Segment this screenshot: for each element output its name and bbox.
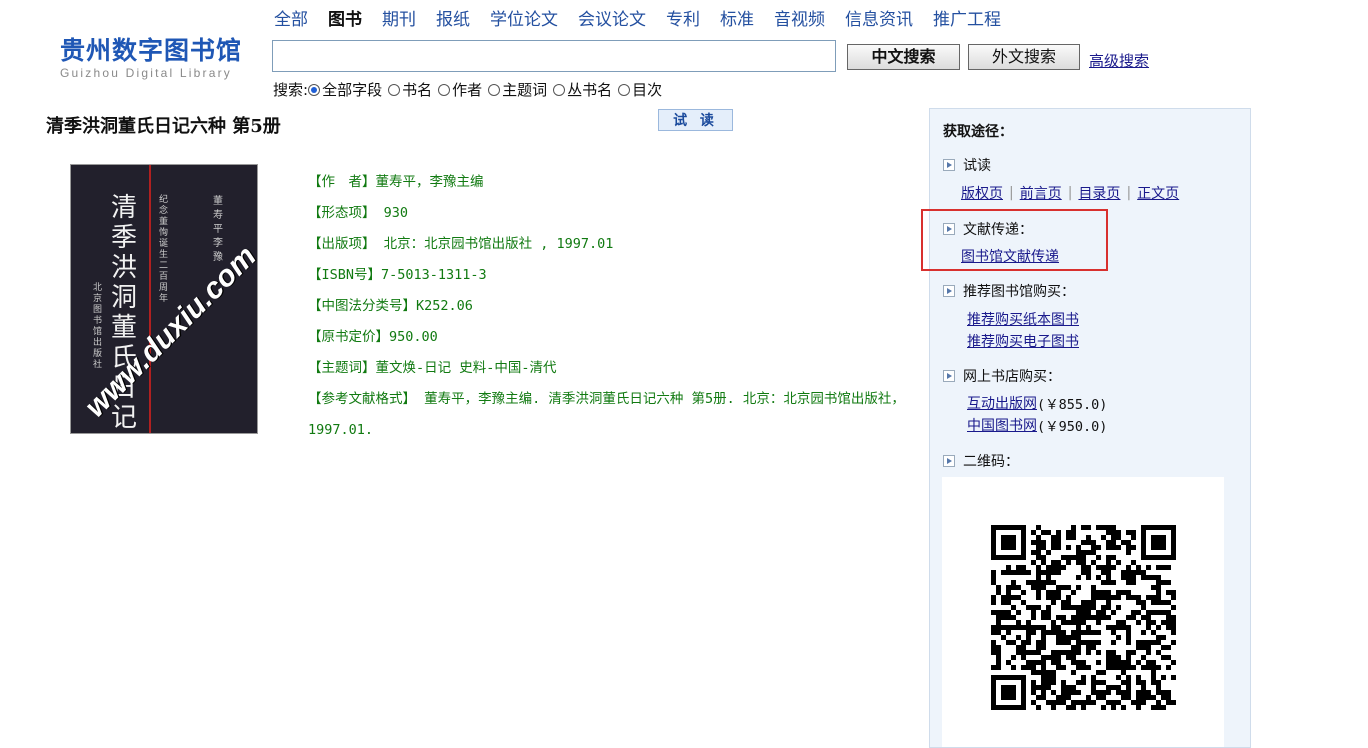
recommend-print-row: 推荐购买纸本图书 xyxy=(967,309,1079,329)
meta-author: 【作 者】董寿平，李豫主编 xyxy=(308,174,484,190)
nav-promotion[interactable]: 推广工程 xyxy=(933,8,1001,32)
meta-classification: 【中图法分类号】K252.06 xyxy=(308,298,473,314)
section-recommend: 推荐图书馆购买： xyxy=(943,281,1075,301)
nav-standards[interactable]: 标准 xyxy=(720,8,754,32)
radio-icon[interactable] xyxy=(438,83,451,96)
nav-newspapers[interactable]: 报纸 xyxy=(436,8,470,32)
section-qrcode-label: 二维码： xyxy=(963,454,1019,470)
store-link-hudong[interactable]: 互动出版网 xyxy=(967,393,1037,413)
scope-option-label: 丛书名 xyxy=(567,81,613,99)
scope-label: 搜索: xyxy=(273,81,309,99)
section-trial: 试读 xyxy=(943,155,991,175)
scope-option-author[interactable]: 作者 xyxy=(438,79,482,100)
store-price: (￥950.0) xyxy=(1037,419,1108,435)
nav-books[interactable]: 图书 xyxy=(328,8,362,32)
store-row-1: 互动出版网 (￥855.0) xyxy=(967,393,1107,413)
recommend-print-link[interactable]: 推荐购买纸本图书 xyxy=(967,309,1079,329)
cover-red-stripe xyxy=(149,165,151,433)
body-page-link[interactable]: 正文页 xyxy=(1137,183,1179,203)
scope-option-subject[interactable]: 主题词 xyxy=(488,79,547,100)
book-title: 清季洪洞董氏日记六种 第5册 xyxy=(46,116,281,137)
toc-page-link[interactable]: 目录页 xyxy=(1078,183,1120,203)
book-metadata: 【作 者】董寿平，李豫主编 【形态项】 930 【出版项】 北京：北京园书馆出版… xyxy=(308,167,923,446)
panel-heading: 获取途径： xyxy=(943,124,1013,140)
chinese-search-button[interactable]: 中文搜索 xyxy=(847,44,960,70)
section-trial-label: 试读 xyxy=(963,158,991,174)
logo-cn-text: 贵州数字图书馆 xyxy=(60,36,243,65)
radio-icon[interactable] xyxy=(388,83,401,96)
store-link-china-book[interactable]: 中国图书网 xyxy=(967,415,1037,435)
arrow-right-icon xyxy=(943,370,955,382)
cover-publisher: 北京图书馆出版社 xyxy=(93,283,103,370)
site-logo[interactable]: 贵州数字图书馆 Guizhou Digital Library xyxy=(60,36,250,80)
scope-option-label: 主题词 xyxy=(502,81,548,99)
scope-option-label: 全部字段 xyxy=(322,81,383,99)
scope-option-label: 书名 xyxy=(402,81,433,99)
meta-citation: 【参考文献格式】 董寿平，李豫主编. 清季洪洞董氏日记六种 第5册. 北京：北京… xyxy=(308,391,905,438)
highlight-annotation xyxy=(921,209,1108,271)
logo-en-text: Guizhou Digital Library xyxy=(60,66,232,80)
nav-theses[interactable]: 学位论文 xyxy=(490,8,558,32)
meta-pages: 【形态项】 930 xyxy=(308,205,409,221)
scope-option-label: 目次 xyxy=(632,81,663,99)
arrow-right-icon xyxy=(943,455,955,467)
meta-price: 【原书定价】950.00 xyxy=(308,329,438,345)
cover-subtitle: 纪念董恂诞生二百周年 xyxy=(159,195,169,304)
separator: | xyxy=(1126,185,1132,201)
section-recommend-label: 推荐图书馆购买： xyxy=(963,284,1075,300)
book-cover-image: 清季洪洞董氏日记六 纪念董恂诞生二百周年 董寿平 李豫 北京图书馆出版社 www… xyxy=(70,164,258,434)
recommend-ebook-link[interactable]: 推荐购买电子图书 xyxy=(967,331,1079,351)
scope-option-all[interactable]: 全部字段 xyxy=(308,79,382,100)
arrow-right-icon xyxy=(943,285,955,297)
scope-option-title[interactable]: 书名 xyxy=(388,79,432,100)
recommend-ebook-row: 推荐购买电子图书 xyxy=(967,331,1079,351)
radio-icon[interactable] xyxy=(488,83,501,96)
trial-read-button[interactable]: 试 读 xyxy=(658,109,733,131)
radio-icon[interactable] xyxy=(553,83,566,96)
section-online-store: 网上书店购买： xyxy=(943,366,1061,386)
foreign-search-button[interactable]: 外文搜索 xyxy=(968,44,1080,70)
advanced-search-link[interactable]: 高级搜索 xyxy=(1089,50,1149,71)
store-row-2: 中国图书网 (￥950.0) xyxy=(967,415,1107,435)
nav-journals[interactable]: 期刊 xyxy=(382,8,416,32)
nav-patents[interactable]: 专利 xyxy=(666,8,700,32)
arrow-right-icon xyxy=(943,159,955,171)
nav-all[interactable]: 全部 xyxy=(274,8,308,32)
radio-icon[interactable] xyxy=(618,83,631,96)
section-qrcode: 二维码： xyxy=(943,451,1019,471)
scope-option-series[interactable]: 丛书名 xyxy=(553,79,612,100)
store-price: (￥855.0) xyxy=(1037,397,1108,413)
search-scope: 搜索: 全部字段 书名 作者 主题词 丛书名 目次 xyxy=(273,79,668,100)
nav-info[interactable]: 信息资讯 xyxy=(845,8,913,32)
scope-option-toc[interactable]: 目次 xyxy=(618,79,662,100)
meta-subject: 【主题词】董文焕-日记 史料-中国-清代 xyxy=(308,360,557,376)
search-input[interactable] xyxy=(272,40,836,72)
channel-nav: 全部 图书 期刊 报纸 学位论文 会议论文 专利 标准 音视频 信息资讯 推广工… xyxy=(274,8,1021,32)
radio-selected-icon[interactable] xyxy=(308,83,321,96)
separator: | xyxy=(1009,185,1014,201)
separator: | xyxy=(1067,185,1073,201)
qr-container xyxy=(942,477,1224,747)
preface-page-link[interactable]: 前言页 xyxy=(1020,183,1062,203)
nav-audio-video[interactable]: 音视频 xyxy=(774,8,825,32)
trial-links: 版权页 | 前言页 | 目录页 | 正文页 xyxy=(961,183,1179,203)
scope-option-label: 作者 xyxy=(452,81,483,99)
access-panel: 获取途径： 试读 版权页 | 前言页 | 目录页 | 正文页 文献传递： 图书馆… xyxy=(929,108,1251,748)
meta-publication: 【出版项】 北京：北京园书馆出版社 , 1997.01 xyxy=(308,236,614,252)
copyright-page-link[interactable]: 版权页 xyxy=(961,183,1003,203)
nav-conference-papers[interactable]: 会议论文 xyxy=(578,8,646,32)
section-online-label: 网上书店购买： xyxy=(963,369,1061,385)
qr-code-image xyxy=(991,525,1176,710)
meta-isbn: 【ISBN号】7-5013-1311-3 xyxy=(308,267,487,283)
